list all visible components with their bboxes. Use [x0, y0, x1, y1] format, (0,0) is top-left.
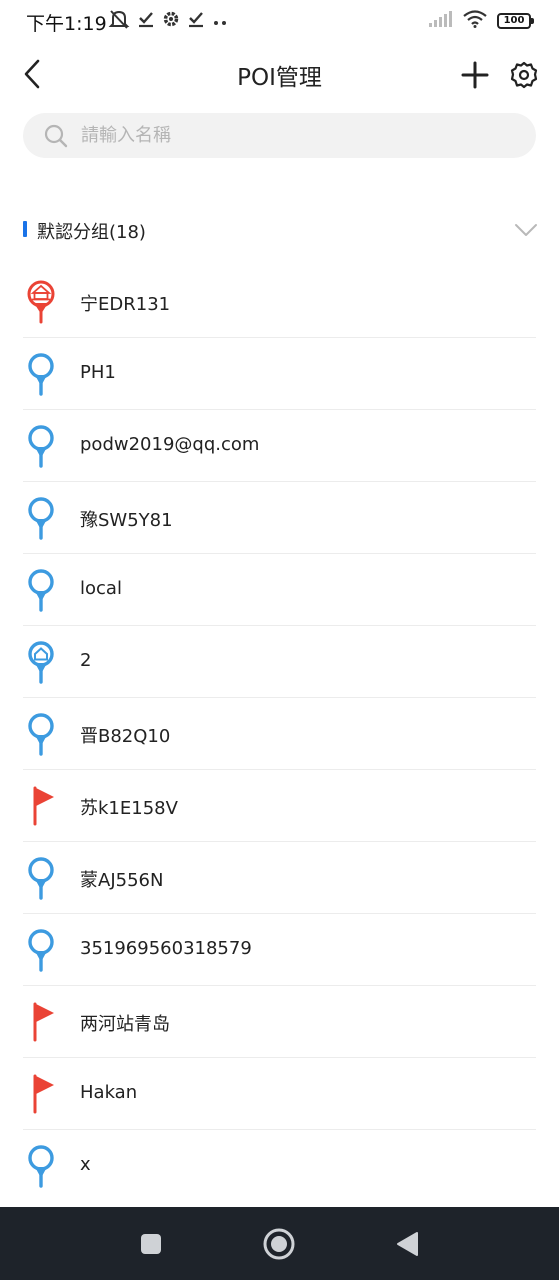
- poi-list-item[interactable]: Hakan: [0, 1058, 559, 1130]
- poi-label: 蒙AJ556N: [80, 870, 164, 891]
- poi-list-item[interactable]: 2: [0, 626, 559, 698]
- poi-label: PH1: [80, 362, 116, 383]
- chevron-down-icon[interactable]: [513, 218, 539, 242]
- poi-list-item[interactable]: 两河站青岛: [0, 986, 559, 1058]
- poi-list-item[interactable]: 苏k1E158V: [0, 770, 559, 842]
- group-accent-bar: [23, 221, 27, 237]
- blue-pin-icon: [24, 856, 58, 900]
- red-flag-icon: [24, 1072, 58, 1116]
- home-circle-icon: [263, 1228, 295, 1260]
- poi-label: Hakan: [80, 1082, 138, 1103]
- search-icon: [43, 123, 69, 149]
- status-icons-right: 100: [429, 9, 534, 33]
- signal-icon: [429, 11, 453, 31]
- blue-home-pin-icon: [24, 640, 58, 684]
- recents-button[interactable]: [132, 1225, 170, 1263]
- check-icon: [138, 10, 154, 32]
- poi-label: 2: [80, 650, 92, 671]
- plus-icon: [461, 61, 489, 89]
- poi-label: 苏k1E158V: [80, 798, 178, 819]
- poi-label: 晋B82Q10: [80, 726, 171, 747]
- poi-list-item[interactable]: x: [0, 1130, 559, 1202]
- home-button[interactable]: [260, 1225, 298, 1263]
- poi-label: podw2019@qq.com: [80, 434, 260, 455]
- search-input[interactable]: [81, 125, 501, 146]
- poi-list: 宁EDR131 PH1 podw2019@qq.com 豫SW5Y81 local 2 晋B…: [0, 266, 559, 1202]
- status-bar: 下午1:19 100: [0, 0, 559, 42]
- poi-list-item[interactable]: PH1: [0, 338, 559, 410]
- triangle-back-icon: [397, 1232, 418, 1256]
- status-icons-left: [108, 8, 228, 34]
- poi-list-item[interactable]: 豫SW5Y81: [0, 482, 559, 554]
- battery-icon: 100: [497, 13, 534, 29]
- square-icon: [141, 1234, 161, 1254]
- settings-button[interactable]: [505, 56, 543, 94]
- poi-list-item[interactable]: 晋B82Q10: [0, 698, 559, 770]
- poi-list-item[interactable]: 蒙AJ556N: [0, 842, 559, 914]
- gear-icon: [510, 61, 538, 89]
- app-header: POI管理: [0, 44, 559, 104]
- poi-label: x: [80, 1154, 91, 1175]
- poi-list-item[interactable]: 351969560318579: [0, 914, 559, 986]
- system-nav-bar: [0, 1207, 559, 1280]
- poi-label: local: [80, 578, 122, 599]
- blue-pin-icon: [24, 1144, 58, 1188]
- blue-pin-icon: [24, 568, 58, 612]
- poi-list-item[interactable]: podw2019@qq.com: [0, 410, 559, 482]
- poi-management-screen: 下午1:19 100 POI管理 請輸入名稱 默認分组(18) 宁EDR131 …: [0, 0, 559, 1280]
- blue-pin-icon: [24, 424, 58, 468]
- group-title: 默認分组(18): [37, 222, 146, 243]
- group-header[interactable]: 默認分组(18): [0, 208, 559, 252]
- poi-list-item[interactable]: local: [0, 554, 559, 626]
- red-flag-icon: [24, 1000, 58, 1044]
- check-icon-2: [188, 10, 204, 32]
- search-bar: [23, 113, 536, 158]
- wifi-icon: [463, 10, 487, 32]
- poi-label: 两河站青岛: [80, 1014, 170, 1035]
- blue-pin-icon: [24, 712, 58, 756]
- red-building-pin-icon: [24, 280, 58, 324]
- status-time: 下午1:19: [26, 13, 107, 35]
- red-flag-icon: [24, 784, 58, 828]
- add-poi-button[interactable]: [456, 56, 494, 94]
- blue-pin-icon: [24, 496, 58, 540]
- gear-status-icon: [162, 10, 180, 32]
- poi-label: 351969560318579: [80, 938, 252, 959]
- poi-label: 豫SW5Y81: [80, 510, 173, 531]
- poi-list-item[interactable]: 宁EDR131: [0, 266, 559, 338]
- blue-pin-icon: [24, 352, 58, 396]
- more-dots-icon: [212, 12, 228, 31]
- mute-bell-icon: [108, 8, 130, 34]
- blue-pin-icon: [24, 928, 58, 972]
- poi-label: 宁EDR131: [80, 294, 171, 315]
- back-nav-button[interactable]: [388, 1225, 426, 1263]
